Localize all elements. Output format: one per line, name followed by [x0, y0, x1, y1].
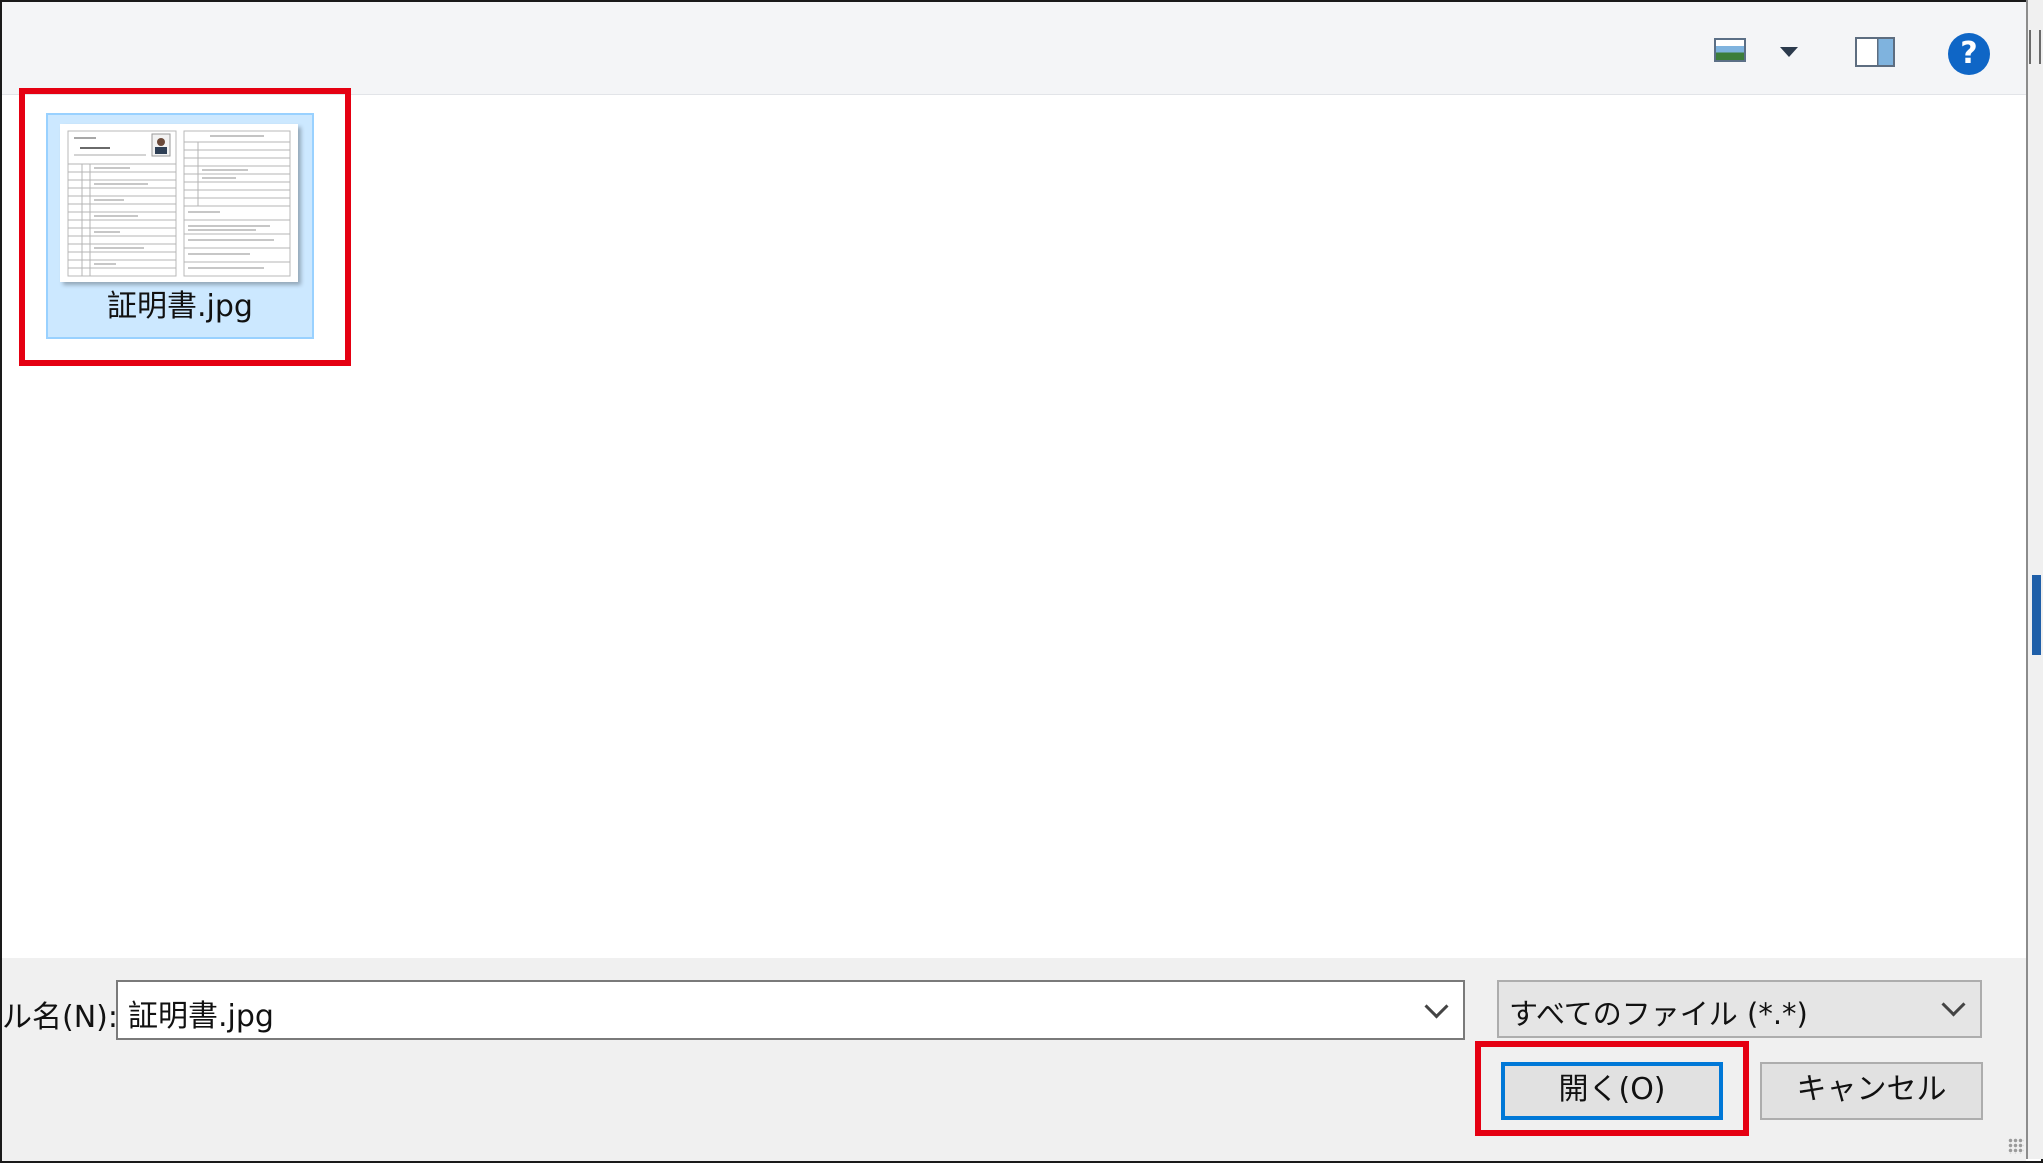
file-type-value: すべてのファイル (*.*) [1509, 997, 1808, 1031]
file-list-view[interactable]: 証明書.jpg [2, 95, 2026, 957]
resize-grip-icon[interactable] [2008, 1138, 2024, 1154]
preview-pane-button[interactable] [1855, 32, 1897, 72]
change-view-button[interactable] [1714, 32, 1804, 72]
help-icon: ? [1948, 33, 1990, 75]
open-file-dialog: ? 証明書.jpg ル名(N): 証明書.jpg すべてのファイル (*.*) … [0, 0, 2043, 1163]
filename-value: 証明書.jpg [128, 999, 274, 1034]
chevron-down-icon[interactable] [1424, 994, 1449, 1019]
scrollbar-thumb [2032, 575, 2041, 655]
document-thumbnail-icon [60, 124, 298, 282]
image-view-icon [1714, 38, 1746, 62]
file-type-select[interactable]: すべてのファイル (*.*) [1497, 980, 1982, 1038]
file-item[interactable]: 証明書.jpg [46, 113, 314, 339]
window-edge-glyph [2029, 30, 2041, 64]
caret-down-icon[interactable] [1780, 47, 1798, 57]
preview-pane-icon [1855, 37, 1895, 67]
filename-label: ル名(N): [2, 1000, 118, 1035]
help-button[interactable]: ? [1948, 33, 1992, 75]
dialog-footer: ル名(N): 証明書.jpg すべてのファイル (*.*) 開く(O) キャンセ… [2, 958, 2026, 1161]
file-name-label: 証明書.jpg [107, 289, 253, 324]
open-button[interactable]: 開く(O) [1501, 1062, 1723, 1120]
background-window-edge [2026, 0, 2043, 1159]
cancel-button[interactable]: キャンセル [1760, 1062, 1983, 1120]
chevron-down-icon [1941, 992, 1966, 1017]
filename-input[interactable]: 証明書.jpg [116, 980, 1465, 1040]
dialog-toolbar: ? [2, 2, 2026, 95]
